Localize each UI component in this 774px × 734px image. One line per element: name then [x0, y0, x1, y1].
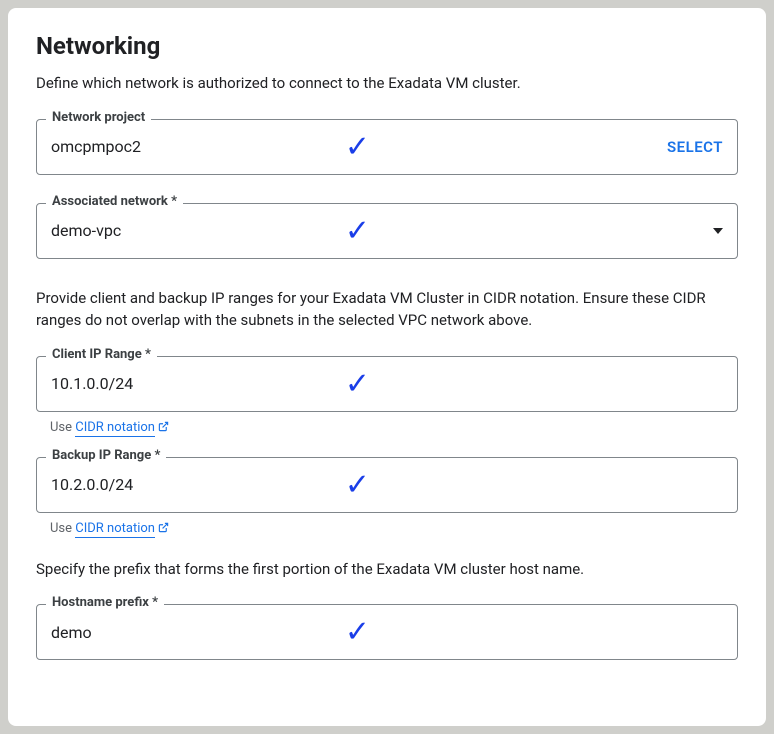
external-link-icon — [158, 522, 169, 533]
network-project-input-box[interactable]: ✓ SELECT — [36, 119, 738, 175]
associated-network-value: demo-vpc — [51, 221, 713, 240]
networking-panel: Networking Define which network is autho… — [8, 8, 766, 726]
checkmark-icon: ✓ — [345, 615, 370, 650]
associated-network-select[interactable]: demo-vpc ✓ — [36, 203, 738, 259]
cidr-notation-link[interactable]: CIDR notation — [75, 420, 155, 437]
backup-ip-hint: Use CIDR notation — [50, 521, 738, 536]
backup-ip-field: Backup IP Range * ✓ — [36, 457, 738, 513]
hostname-prefix-input[interactable] — [51, 623, 723, 642]
hostname-prefix-field: Hostname prefix * ✓ — [36, 604, 738, 660]
backup-ip-input-box[interactable]: ✓ — [36, 457, 738, 513]
select-button[interactable]: SELECT — [667, 138, 723, 156]
hostname-prefix-label: Hostname prefix * — [46, 595, 164, 610]
section-intro: Define which network is authorized to co… — [36, 72, 738, 95]
backup-ip-label: Backup IP Range * — [46, 448, 166, 463]
checkmark-icon: ✓ — [345, 467, 370, 502]
cidr-notation-link[interactable]: CIDR notation — [75, 521, 155, 538]
backup-ip-input[interactable] — [51, 475, 723, 494]
cidr-info-paragraph: Provide client and backup IP ranges for … — [36, 287, 738, 332]
client-ip-hint: Use CIDR notation — [50, 420, 738, 435]
associated-network-field: Associated network * demo-vpc ✓ — [36, 203, 738, 259]
associated-network-label: Associated network * — [46, 194, 183, 209]
network-project-field: Network project ✓ SELECT — [36, 119, 738, 175]
section-title: Networking — [36, 32, 738, 60]
checkmark-icon: ✓ — [345, 213, 370, 248]
client-ip-field: Client IP Range * ✓ — [36, 356, 738, 412]
client-ip-input-box[interactable]: ✓ — [36, 356, 738, 412]
hint-prefix: Use — [50, 420, 75, 435]
checkmark-icon: ✓ — [345, 366, 370, 401]
hostname-info-paragraph: Specify the prefix that forms the first … — [36, 558, 738, 581]
external-link-icon — [158, 421, 169, 432]
hint-prefix: Use — [50, 521, 75, 536]
chevron-down-icon — [713, 228, 723, 234]
client-ip-label: Client IP Range * — [46, 347, 157, 362]
hostname-prefix-input-box[interactable]: ✓ — [36, 604, 738, 660]
network-project-label: Network project — [46, 110, 151, 125]
checkmark-icon: ✓ — [345, 129, 370, 164]
client-ip-input[interactable] — [51, 374, 723, 393]
